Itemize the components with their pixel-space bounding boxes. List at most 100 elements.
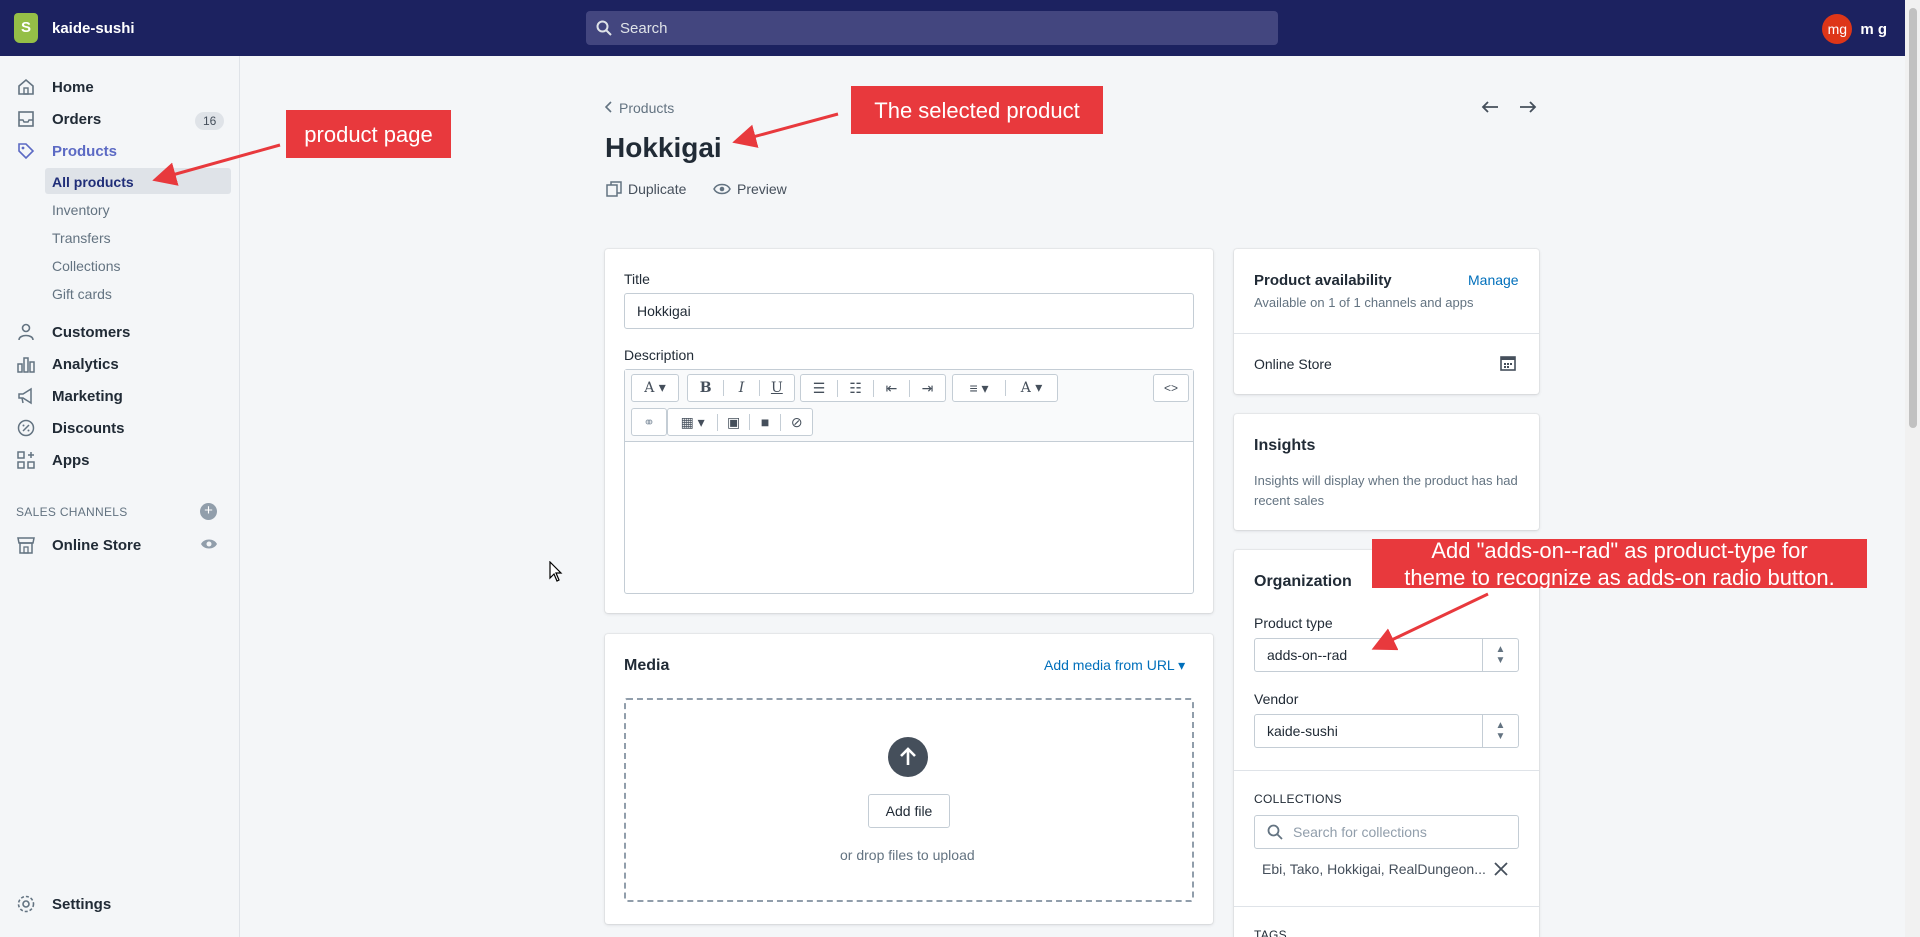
sidebar-item-online-store[interactable]: Online Store [16, 535, 141, 555]
add-file-button[interactable]: Add file [868, 794, 950, 828]
add-media-from-url-label: Add media from URL [1044, 657, 1175, 673]
sidebar-subitem-gift-cards[interactable]: Gift cards [52, 286, 112, 302]
text-color-icon[interactable]: A ▾ [1004, 380, 1057, 396]
mouse-cursor-icon [549, 560, 563, 588]
bulleted-list-icon[interactable]: ☰ [801, 380, 837, 397]
chevron-left-icon [604, 100, 613, 116]
store-name: kaide-sushi [52, 19, 135, 37]
sidebar-subitem-transfers[interactable]: Transfers [52, 230, 111, 246]
scrollbar-thumb[interactable] [1909, 8, 1917, 428]
sidebar-subitem-collections[interactable]: Collections [52, 258, 120, 274]
megaphone-icon [16, 386, 36, 406]
sidebar-subitem-inventory[interactable]: Inventory [52, 202, 110, 218]
add-media-from-url-link[interactable]: Add media from URL ▾ [1044, 657, 1185, 674]
sidebar-item-products[interactable]: Products [16, 141, 117, 161]
eye-icon[interactable] [200, 537, 218, 556]
link-icon[interactable]: ⚭ [631, 408, 667, 436]
insights-text: Insights will display when the product h… [1254, 473, 1518, 508]
outdent-icon[interactable]: ⇤ [873, 379, 909, 397]
next-product-button[interactable] [1519, 97, 1537, 120]
orders-count-badge: 16 [195, 112, 225, 130]
select-arrows-icon[interactable]: ▲ ▼ [1482, 715, 1518, 747]
close-icon[interactable] [1494, 862, 1508, 881]
search-placeholder: Search [620, 19, 668, 37]
product-type-label: Product type [1254, 615, 1333, 631]
page-title: Hokkigai [605, 132, 722, 163]
annotation-product-type: Add "adds-on--rad" as product-type for t… [1372, 538, 1867, 590]
tags-heading: TAGS [1254, 928, 1287, 937]
organization-title: Organization [1254, 573, 1352, 590]
home-icon [16, 77, 36, 97]
numbered-list-icon[interactable]: ☷ [837, 379, 873, 397]
list-format-group: ☰ ☷ ⇤ ⇥ [800, 374, 946, 402]
bar-chart-icon [16, 354, 36, 374]
text-format-group: B I U [687, 374, 795, 402]
video-icon[interactable]: ■ [748, 414, 781, 430]
online-store-channel: Online Store [1254, 356, 1332, 372]
media-title: Media [624, 657, 670, 674]
shopify-logo-icon [14, 13, 38, 43]
preview-label: Preview [737, 181, 787, 197]
html-source-icon[interactable]: <> [1153, 374, 1189, 402]
title-label: Title [624, 271, 650, 287]
apps-icon [16, 450, 36, 470]
sidebar-subitem-all-products[interactable]: All products [52, 174, 134, 190]
manage-link[interactable]: Manage [1468, 272, 1519, 288]
sidebar-item-home[interactable]: Home [16, 77, 94, 97]
sidebar-item-apps[interactable]: Apps [16, 450, 90, 470]
person-icon [16, 322, 36, 342]
sidebar-item-analytics[interactable]: Analytics [16, 354, 119, 374]
scrollbar[interactable] [1905, 0, 1920, 937]
image-icon[interactable]: ▣ [717, 413, 749, 431]
align-left-icon[interactable]: ≡ ▾ [953, 380, 1005, 397]
sidebar-item-orders[interactable]: Orders [16, 109, 101, 129]
arrow-left-icon [1481, 101, 1498, 113]
sidebar-item-customers[interactable]: Customers [16, 322, 130, 342]
availability-subtitle: Available on 1 of 1 channels and apps [1254, 295, 1474, 310]
sidebar-item-label: Discounts [52, 419, 125, 437]
product-type-field[interactable]: adds-on--rad ▲ ▼ [1254, 638, 1519, 672]
store-switcher[interactable]: kaide-sushi [14, 13, 135, 43]
collections-search-input[interactable]: Search for collections [1254, 815, 1519, 849]
table-icon[interactable]: ▦ ▾ [668, 414, 717, 431]
font-style-dropdown[interactable]: A ▾ [631, 374, 679, 402]
select-arrows-icon[interactable]: ▲ ▼ [1482, 639, 1518, 671]
add-sales-channel-icon[interactable]: + [200, 503, 217, 520]
sidebar-item-label: Settings [52, 895, 112, 913]
calendar-icon[interactable] [1500, 355, 1516, 376]
user-menu[interactable]: mg m g [1822, 14, 1887, 44]
editor-toolbar: A ▾ B I U ☰ ☷ ⇤ ⇥ ≡ ▾ A ▾ <> ⚭ ▦ ▾ ▣ ■ ⊘ [625, 370, 1193, 442]
search-icon [1267, 824, 1283, 840]
drop-hint: or drop files to upload [840, 847, 975, 863]
sidebar-item-label: Apps [52, 451, 90, 469]
search-icon [596, 20, 612, 36]
vendor-label: Vendor [1254, 691, 1299, 707]
sidebar-item-settings[interactable]: Settings [16, 894, 111, 914]
orders-icon [16, 109, 36, 129]
previous-product-button[interactable] [1481, 97, 1499, 120]
align-color-group: ≡ ▾ A ▾ [952, 374, 1058, 402]
title-field[interactable]: Hokkigai [624, 293, 1194, 329]
sidebar-item-marketing[interactable]: Marketing [16, 386, 123, 406]
search-input[interactable]: Search [586, 11, 1278, 45]
divider [1234, 770, 1539, 771]
italic-icon[interactable]: I [723, 380, 758, 396]
arrow-right-icon [1520, 101, 1537, 113]
sidebar-item-label: Home [52, 78, 94, 96]
clear-formatting-icon[interactable]: ⊘ [780, 413, 812, 431]
product-type-value: adds-on--rad [1267, 647, 1348, 663]
sidebar-item-label: Orders [52, 110, 102, 128]
preview-button[interactable]: Preview [713, 181, 787, 197]
sidebar-item-discounts[interactable]: Discounts [16, 418, 125, 438]
top-bar: kaide-sushi Search mg m g [0, 0, 1905, 56]
bold-icon[interactable]: B [688, 380, 723, 396]
underline-icon[interactable]: U [758, 380, 794, 396]
eye-icon [713, 183, 731, 195]
indent-icon[interactable]: ⇥ [909, 379, 945, 397]
duplicate-label: Duplicate [628, 181, 687, 197]
duplicate-button[interactable]: Duplicate [606, 181, 686, 197]
sidebar-item-label: Products [52, 142, 118, 160]
selected-collections: Ebi, Tako, Hokkigai, RealDungeon... [1262, 861, 1486, 877]
vendor-field[interactable]: kaide-sushi ▲ ▼ [1254, 714, 1519, 748]
breadcrumb[interactable]: Products [604, 100, 674, 116]
